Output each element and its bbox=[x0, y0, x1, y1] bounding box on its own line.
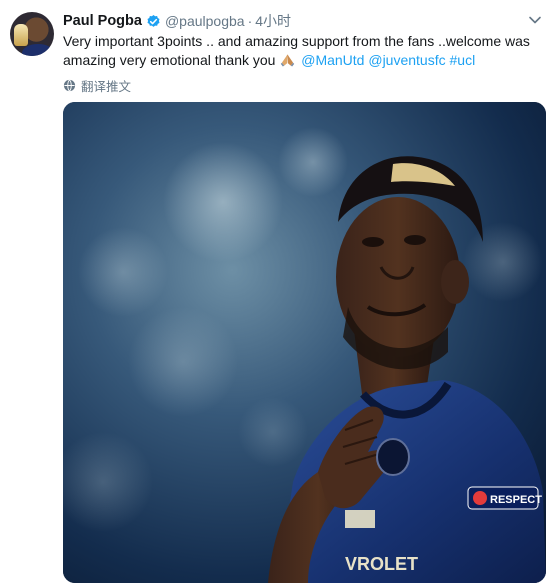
hashtag-ucl[interactable]: #ucl bbox=[450, 52, 476, 68]
timestamp[interactable]: 4小时 bbox=[255, 11, 291, 31]
avatar[interactable] bbox=[10, 12, 54, 56]
tweet-text-line2: amazing very emotional thank you bbox=[63, 52, 276, 68]
user-handle[interactable]: @paulpogba bbox=[165, 13, 245, 29]
shirt-sponsor-text: VROLET bbox=[345, 554, 418, 574]
bokeh-light bbox=[463, 222, 543, 302]
tweet-text-line1: Very important 3points .. and amazing su… bbox=[63, 33, 530, 49]
sleeve-respect-badge: RESPECT bbox=[467, 486, 542, 510]
bokeh-light bbox=[278, 127, 348, 197]
photo-illustration: RESPECT VROLET bbox=[63, 102, 546, 583]
translate-label: 翻译推文 bbox=[81, 80, 132, 94]
bokeh-light bbox=[128, 307, 238, 417]
display-name[interactable]: Paul Pogba bbox=[63, 13, 142, 29]
player-eye bbox=[362, 237, 384, 247]
globe-icon bbox=[63, 79, 76, 92]
translate-tweet-button[interactable]: 翻译推文 bbox=[63, 76, 131, 95]
chevron-down-icon[interactable] bbox=[528, 13, 542, 27]
club-crest bbox=[376, 438, 410, 476]
bokeh-light bbox=[78, 227, 168, 317]
trophy-shape bbox=[14, 24, 28, 46]
bokeh-light bbox=[163, 142, 283, 262]
tweet-text: Very important 3points .. and amazing su… bbox=[63, 32, 533, 70]
mention-manutd[interactable]: @ManUtd bbox=[301, 52, 364, 68]
sleeve-badge-text: RESPECT bbox=[490, 494, 542, 506]
avatar-shoulders bbox=[22, 44, 54, 56]
tweet-card: Paul Pogba @paulpogba · 4小时 Very importa… bbox=[0, 0, 550, 586]
separator-dot: · bbox=[247, 13, 253, 29]
tweet-header: Paul Pogba @paulpogba · 4小时 bbox=[63, 11, 520, 31]
player-eye bbox=[404, 235, 426, 245]
verified-badge-icon bbox=[147, 14, 160, 27]
mention-juventusfc[interactable]: @juventusfc bbox=[368, 52, 445, 68]
bokeh-light bbox=[238, 397, 308, 467]
tweet-photo[interactable]: RESPECT VROLET bbox=[63, 102, 546, 583]
folded-hands-emoji bbox=[281, 54, 295, 67]
player-ear bbox=[441, 260, 469, 304]
